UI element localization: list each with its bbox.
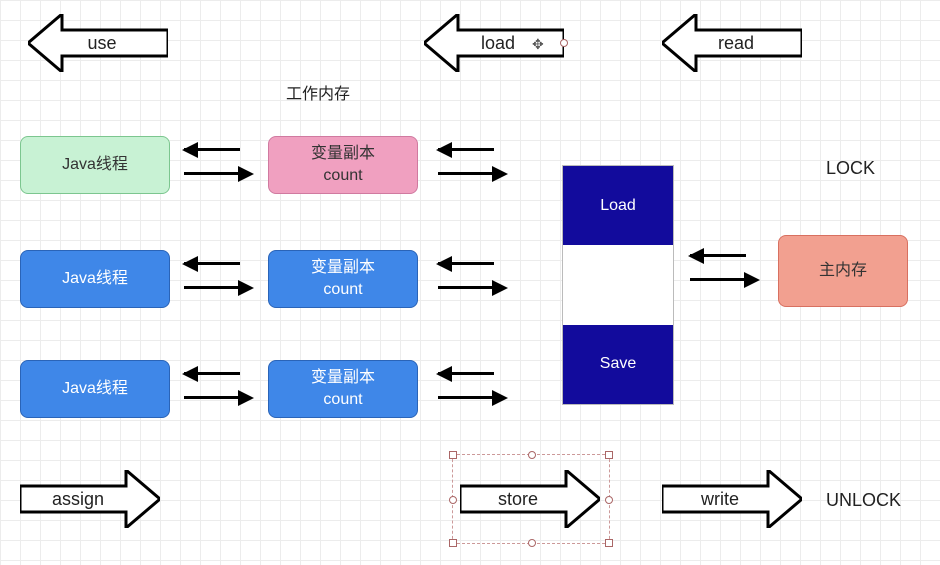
arrow-pair-thread1-copy [184, 144, 256, 184]
arrow-use: use [28, 14, 168, 72]
arrow-read-label: read [718, 33, 754, 53]
copy-label: 变量副本 count [311, 143, 375, 188]
thread-label: Java线程 [62, 378, 128, 400]
arrow-pair-thread3-copy [184, 368, 256, 408]
stack-load-label: Load [600, 197, 636, 215]
section-title: 工作内存 [286, 80, 350, 104]
copy-box-2: 变量副本 count [268, 250, 418, 308]
thread-box-1: Java线程 [20, 136, 170, 194]
lock-label: LOCK [826, 158, 875, 179]
stack-mid-cell [563, 245, 673, 324]
arrow-write: write [662, 470, 802, 528]
thread-box-3: Java线程 [20, 360, 170, 418]
arrow-pair-thread2-copy [184, 258, 256, 298]
move-cursor-icon: ✥ [532, 36, 544, 53]
arrow-load-label: load [481, 33, 515, 53]
unlock-label: UNLOCK [826, 490, 901, 511]
thread-label: Java线程 [62, 268, 128, 290]
load-save-stack: Load Save [562, 165, 674, 405]
arrow-pair-copy1-stack [438, 144, 510, 184]
copy-label: 变量副本 count [311, 367, 375, 412]
copy-box-1: 变量副本 count [268, 136, 418, 194]
stack-save-label: Save [600, 355, 636, 373]
copy-label: 变量副本 count [311, 257, 375, 302]
arrow-write-label: write [700, 489, 739, 509]
arrow-pair-stack-mainmem [690, 250, 762, 290]
arrow-pair-copy2-stack [438, 258, 510, 298]
arrow-pair-copy3-stack [438, 368, 510, 408]
thread-label: Java线程 [62, 154, 128, 176]
copy-box-3: 变量副本 count [268, 360, 418, 418]
selection-handle-load[interactable] [560, 39, 568, 47]
arrow-load[interactable]: load ✥ [424, 14, 564, 72]
stack-save-cell: Save [563, 325, 673, 404]
arrow-use-label: use [87, 33, 116, 53]
arrow-assign: assign [20, 470, 160, 528]
main-memory-box: 主内存 [778, 235, 908, 307]
arrow-store-label: store [498, 489, 538, 509]
arrow-store[interactable]: store [460, 470, 600, 528]
arrow-assign-label: assign [52, 489, 104, 509]
stack-load-cell: Load [563, 166, 673, 245]
main-memory-label: 主内存 [819, 260, 867, 282]
thread-box-2: Java线程 [20, 250, 170, 308]
arrow-read: read [662, 14, 802, 72]
